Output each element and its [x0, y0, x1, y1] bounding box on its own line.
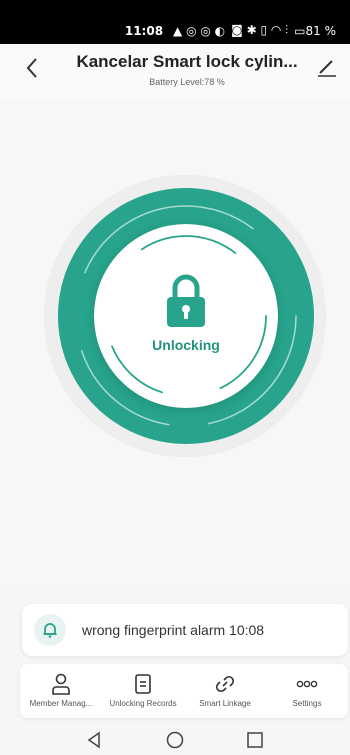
- chevron-left-icon: [26, 58, 37, 78]
- nav-smart-linkage[interactable]: Smart Linkage: [184, 664, 266, 718]
- more-icon: [296, 680, 318, 688]
- back-button[interactable]: [20, 56, 44, 80]
- status-time: 11:08: [124, 24, 164, 38]
- status-right-icons: ◙ ✱ ▯ ◠ ⫶: [231, 23, 289, 37]
- back-triangle-icon[interactable]: [84, 729, 106, 751]
- nav-label-records: Unlocking Records: [109, 699, 177, 708]
- status-battery: ▭81 %: [294, 24, 336, 38]
- alarm-text: wrong fingerprint alarm 10:08: [82, 622, 265, 638]
- status-left-icons: ▲ ◎ ◎ ◐: [173, 24, 226, 38]
- link-icon: [215, 675, 235, 693]
- person-icon: [52, 673, 70, 695]
- home-circle-icon[interactable]: [164, 729, 186, 751]
- status-bar: 11:08 ▲ ◎ ◎ ◐ ◙ ✱ ▯ ◠ ⫶ ▭81 %: [0, 0, 350, 44]
- padlock-icon: [167, 274, 205, 327]
- nav-label-settings: Settings: [292, 699, 322, 708]
- battery-level: Battery Level:78 %: [149, 77, 225, 87]
- bell-icon: [43, 623, 57, 638]
- pencil-icon: [318, 60, 336, 77]
- nav-unlocking-records[interactable]: Unlocking Records: [102, 664, 184, 718]
- nav-label-linkage: Smart Linkage: [199, 699, 251, 708]
- bell-icon-badge: [34, 614, 66, 646]
- header: Kancelar Smart lock cylin... Battery Lev…: [0, 44, 350, 100]
- alarm-notification[interactable]: wrong fingerprint alarm 10:08: [22, 604, 348, 656]
- bottom-nav: Member Manag... Unlocking Records Smart …: [20, 664, 348, 718]
- nav-settings[interactable]: Settings: [266, 664, 348, 718]
- lock-area: Unlocking: [0, 100, 350, 590]
- unlock-button[interactable]: Unlocking: [94, 224, 278, 408]
- nav-member-management[interactable]: Member Manag...: [20, 664, 102, 718]
- page-title: Kancelar Smart lock cylin...: [76, 52, 298, 71]
- nav-label-member: Member Manag...: [29, 699, 93, 708]
- recents-square-icon[interactable]: [244, 729, 266, 751]
- document-icon: [135, 674, 151, 694]
- system-nav-bar: [0, 724, 350, 755]
- edit-button[interactable]: [316, 56, 338, 78]
- lock-status-label: Unlocking: [152, 337, 220, 353]
